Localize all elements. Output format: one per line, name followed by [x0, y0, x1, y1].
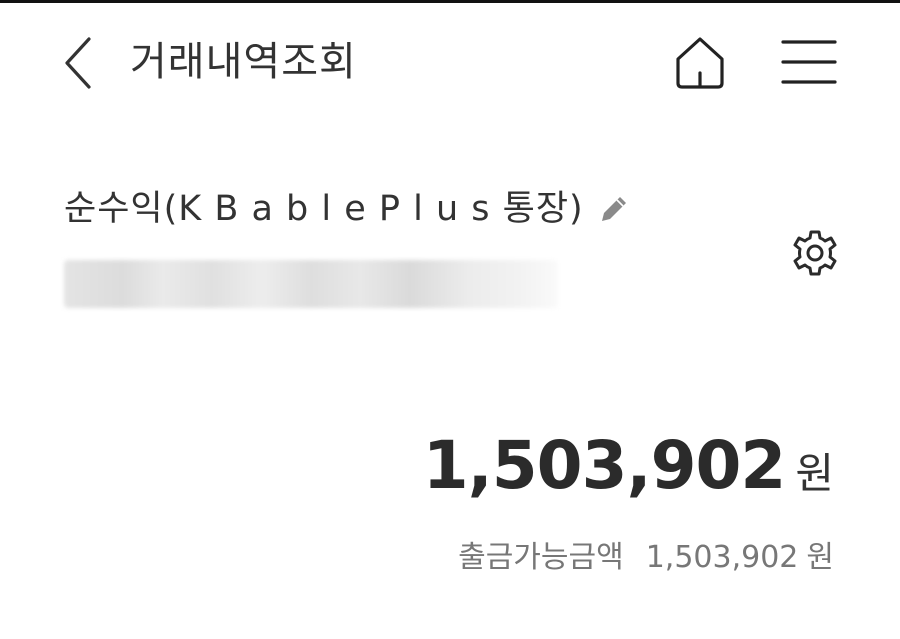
account-name-row: 순수익(K B a b l e P l u s 통장) [64, 182, 632, 236]
status-bar-divider [0, 0, 900, 3]
app-header: 거래내역조회 [0, 28, 900, 98]
chevron-left-icon [65, 37, 91, 89]
account-settings-button[interactable] [786, 224, 844, 282]
home-button[interactable] [668, 32, 732, 92]
home-icon [676, 37, 724, 89]
page-title: 거래내역조회 [130, 39, 357, 85]
balance-row: 1,503,902 원 [423, 424, 834, 516]
pencil-icon [601, 197, 626, 221]
available-balance-unit: 원 [806, 540, 834, 575]
account-number-blurred [64, 260, 558, 308]
account-name: 순수익(K B a b l e P l u s 통장) [64, 189, 584, 229]
available-balance-amount: 1,503,902 [645, 540, 799, 575]
menu-button[interactable] [776, 32, 842, 92]
edit-account-name-button[interactable] [596, 191, 632, 227]
hamburger-menu-icon [781, 40, 837, 84]
gear-icon [793, 230, 837, 276]
balance-amount: 1,503,902 [422, 427, 787, 504]
back-button[interactable] [58, 34, 98, 92]
balance-unit: 원 [795, 449, 834, 498]
available-balance-label: 출금가능금액 [458, 540, 624, 575]
transaction-history-screen: 거래내역조회 순수익(K B a b l e P l u s 통장) 1,503… [0, 0, 900, 639]
available-balance-row: 출금가능금액 1,503,902 원 [458, 532, 834, 576]
